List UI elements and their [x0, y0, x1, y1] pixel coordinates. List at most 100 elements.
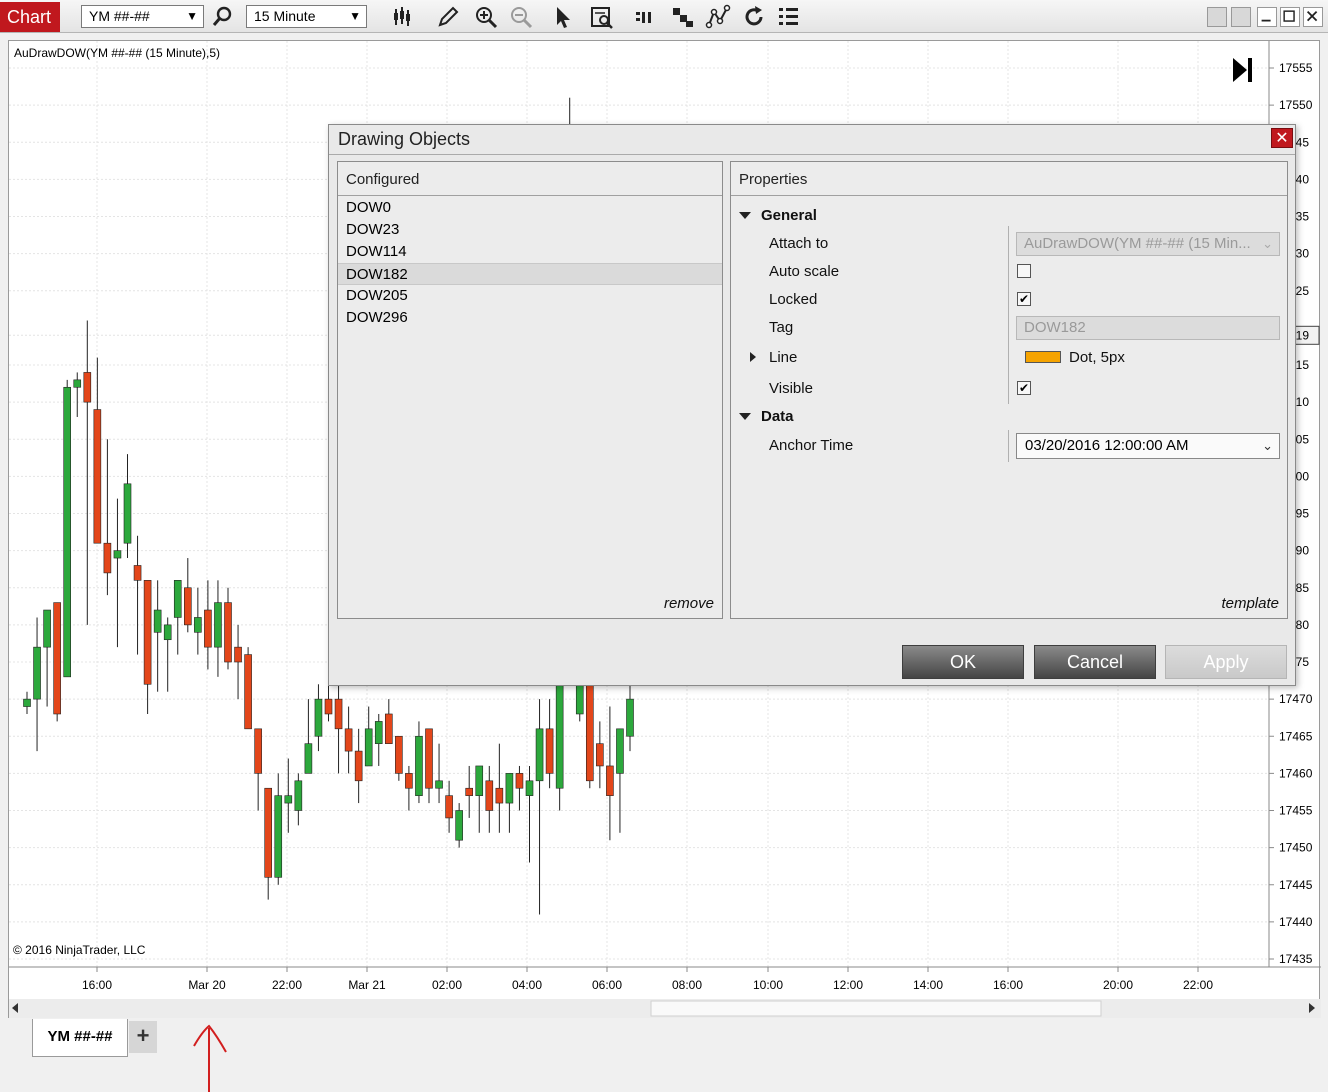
- candle: [224, 587, 232, 670]
- instrument-selector[interactable]: YM ##-## ▼: [81, 5, 204, 28]
- price-label: 17470: [1279, 692, 1313, 706]
- remove-link[interactable]: remove: [664, 595, 714, 612]
- candle-body-up: [43, 609, 51, 648]
- configured-item-dow182[interactable]: DOW182: [338, 263, 722, 285]
- scroll-to-end-icon[interactable]: [1233, 58, 1252, 82]
- candle-body-up: [505, 773, 514, 804]
- close-icon: [1306, 10, 1318, 22]
- dialog-title: Drawing Objects: [338, 129, 471, 149]
- candle: [364, 706, 373, 767]
- candle: [83, 320, 92, 625]
- template-link[interactable]: template: [1221, 595, 1279, 612]
- minimize-button[interactable]: [1257, 7, 1277, 27]
- line-color-swatch[interactable]: [1025, 351, 1061, 363]
- candle: [73, 372, 82, 417]
- attach-to-label: Attach to: [769, 235, 829, 252]
- locked-checkbox[interactable]: ✔: [1017, 292, 1031, 306]
- interval-selector[interactable]: 15 Minute ▼: [246, 5, 367, 28]
- expand-line-icon[interactable]: [749, 352, 757, 362]
- data-box-icon[interactable]: [589, 4, 615, 30]
- expand-general-icon[interactable]: [739, 211, 751, 221]
- cancel-button[interactable]: Cancel: [1034, 645, 1156, 679]
- candle: [324, 684, 333, 722]
- candle-body-up: [274, 795, 283, 878]
- candle-body-up: [304, 743, 313, 774]
- candle: [616, 728, 624, 833]
- candle: [545, 699, 554, 789]
- candle-body-up: [555, 683, 564, 789]
- candle: [244, 647, 252, 730]
- candle-body-down: [545, 728, 554, 774]
- data-category[interactable]: Data: [761, 408, 794, 425]
- expand-data-icon[interactable]: [739, 412, 751, 422]
- anchor-time-value: 03/20/2016 12:00:00 AM: [1025, 437, 1189, 454]
- candle-body-up: [163, 624, 172, 641]
- candle-body-down: [204, 609, 212, 648]
- visible-checkbox[interactable]: ✔: [1017, 381, 1031, 395]
- time-label: 14:00: [913, 978, 943, 992]
- properties-icon[interactable]: [776, 4, 802, 30]
- candle: [425, 728, 433, 804]
- indicator-label: AuDrawDOW(YM ##-## (15 Minute),5): [14, 46, 221, 60]
- zoom-out-icon[interactable]: [508, 4, 534, 30]
- indicator-icon[interactable]: [670, 4, 696, 30]
- candle-body-down: [495, 787, 504, 804]
- configured-item-dow114[interactable]: DOW114: [338, 241, 722, 263]
- search-icon[interactable]: [210, 4, 236, 30]
- pencil-icon[interactable]: [435, 4, 461, 30]
- candle-body-up: [73, 379, 82, 388]
- checkmark-icon: ✔: [1018, 292, 1030, 306]
- configured-item-dow205[interactable]: DOW205: [338, 285, 722, 307]
- candle-body-up: [455, 810, 463, 841]
- candle-body-up: [23, 698, 31, 707]
- candle-body-down: [93, 409, 102, 544]
- property-column-divider-data: [1008, 430, 1009, 462]
- candle-body-up: [435, 780, 443, 789]
- time-label: 16:00: [993, 978, 1023, 992]
- candle: [294, 773, 303, 826]
- properties-header: Properties: [731, 162, 1287, 196]
- candle-body-up: [525, 780, 534, 796]
- maximize-button[interactable]: [1280, 7, 1300, 27]
- candle-body-down: [244, 654, 252, 730]
- apply-button[interactable]: Apply: [1165, 645, 1287, 679]
- tag-field: DOW182: [1016, 316, 1280, 340]
- reload-icon[interactable]: [741, 4, 767, 30]
- close-window-button[interactable]: [1303, 7, 1323, 27]
- candle: [445, 780, 453, 833]
- horizontal-scrollbar[interactable]: [9, 999, 1321, 1018]
- add-tab-button[interactable]: +: [129, 1021, 157, 1053]
- auto-scale-checkbox[interactable]: [1017, 264, 1031, 278]
- configured-item-dow0[interactable]: DOW0: [338, 197, 722, 219]
- line-value[interactable]: Dot, 5px: [1069, 349, 1125, 366]
- candle-body-down: [384, 713, 393, 744]
- candle-body-up: [173, 580, 182, 618]
- draw-objects-icon[interactable]: [705, 4, 731, 30]
- bar-type-icon[interactable]: [389, 4, 415, 30]
- ok-button[interactable]: OK: [902, 645, 1024, 679]
- candle: [555, 683, 564, 811]
- tile-window-button[interactable]: [1207, 7, 1227, 27]
- anchor-time-select[interactable]: 03/20/2016 12:00:00 AM ⌄: [1016, 433, 1280, 459]
- time-label: 10:00: [753, 978, 783, 992]
- pointer-icon[interactable]: [550, 4, 576, 30]
- configured-item-dow296[interactable]: DOW296: [338, 307, 722, 329]
- checkmark-icon: ✔: [1018, 381, 1030, 395]
- link-window-button[interactable]: [1231, 7, 1251, 27]
- candle-body-up: [33, 646, 41, 700]
- chevron-down-icon: ⌄: [1262, 236, 1273, 251]
- zoom-in-icon[interactable]: [473, 4, 499, 30]
- candle-body-up: [374, 721, 383, 744]
- candle-body-down: [405, 773, 413, 789]
- anchor-time-label: Anchor Time: [769, 437, 854, 454]
- general-category[interactable]: General: [761, 207, 817, 224]
- candle-body-down: [224, 602, 232, 663]
- dialog-close-button[interactable]: ✕: [1271, 128, 1293, 148]
- attach-to-select: AuDrawDOW(YM ##-## (15 Min... ⌄: [1016, 232, 1280, 256]
- candle: [234, 624, 242, 700]
- chevron-down-icon: ▼: [186, 9, 198, 23]
- candle: [264, 787, 272, 900]
- configured-item-dow23[interactable]: DOW23: [338, 219, 722, 241]
- tab-ym[interactable]: YM ##-##: [32, 1019, 128, 1057]
- strategy-icon[interactable]: [632, 4, 658, 30]
